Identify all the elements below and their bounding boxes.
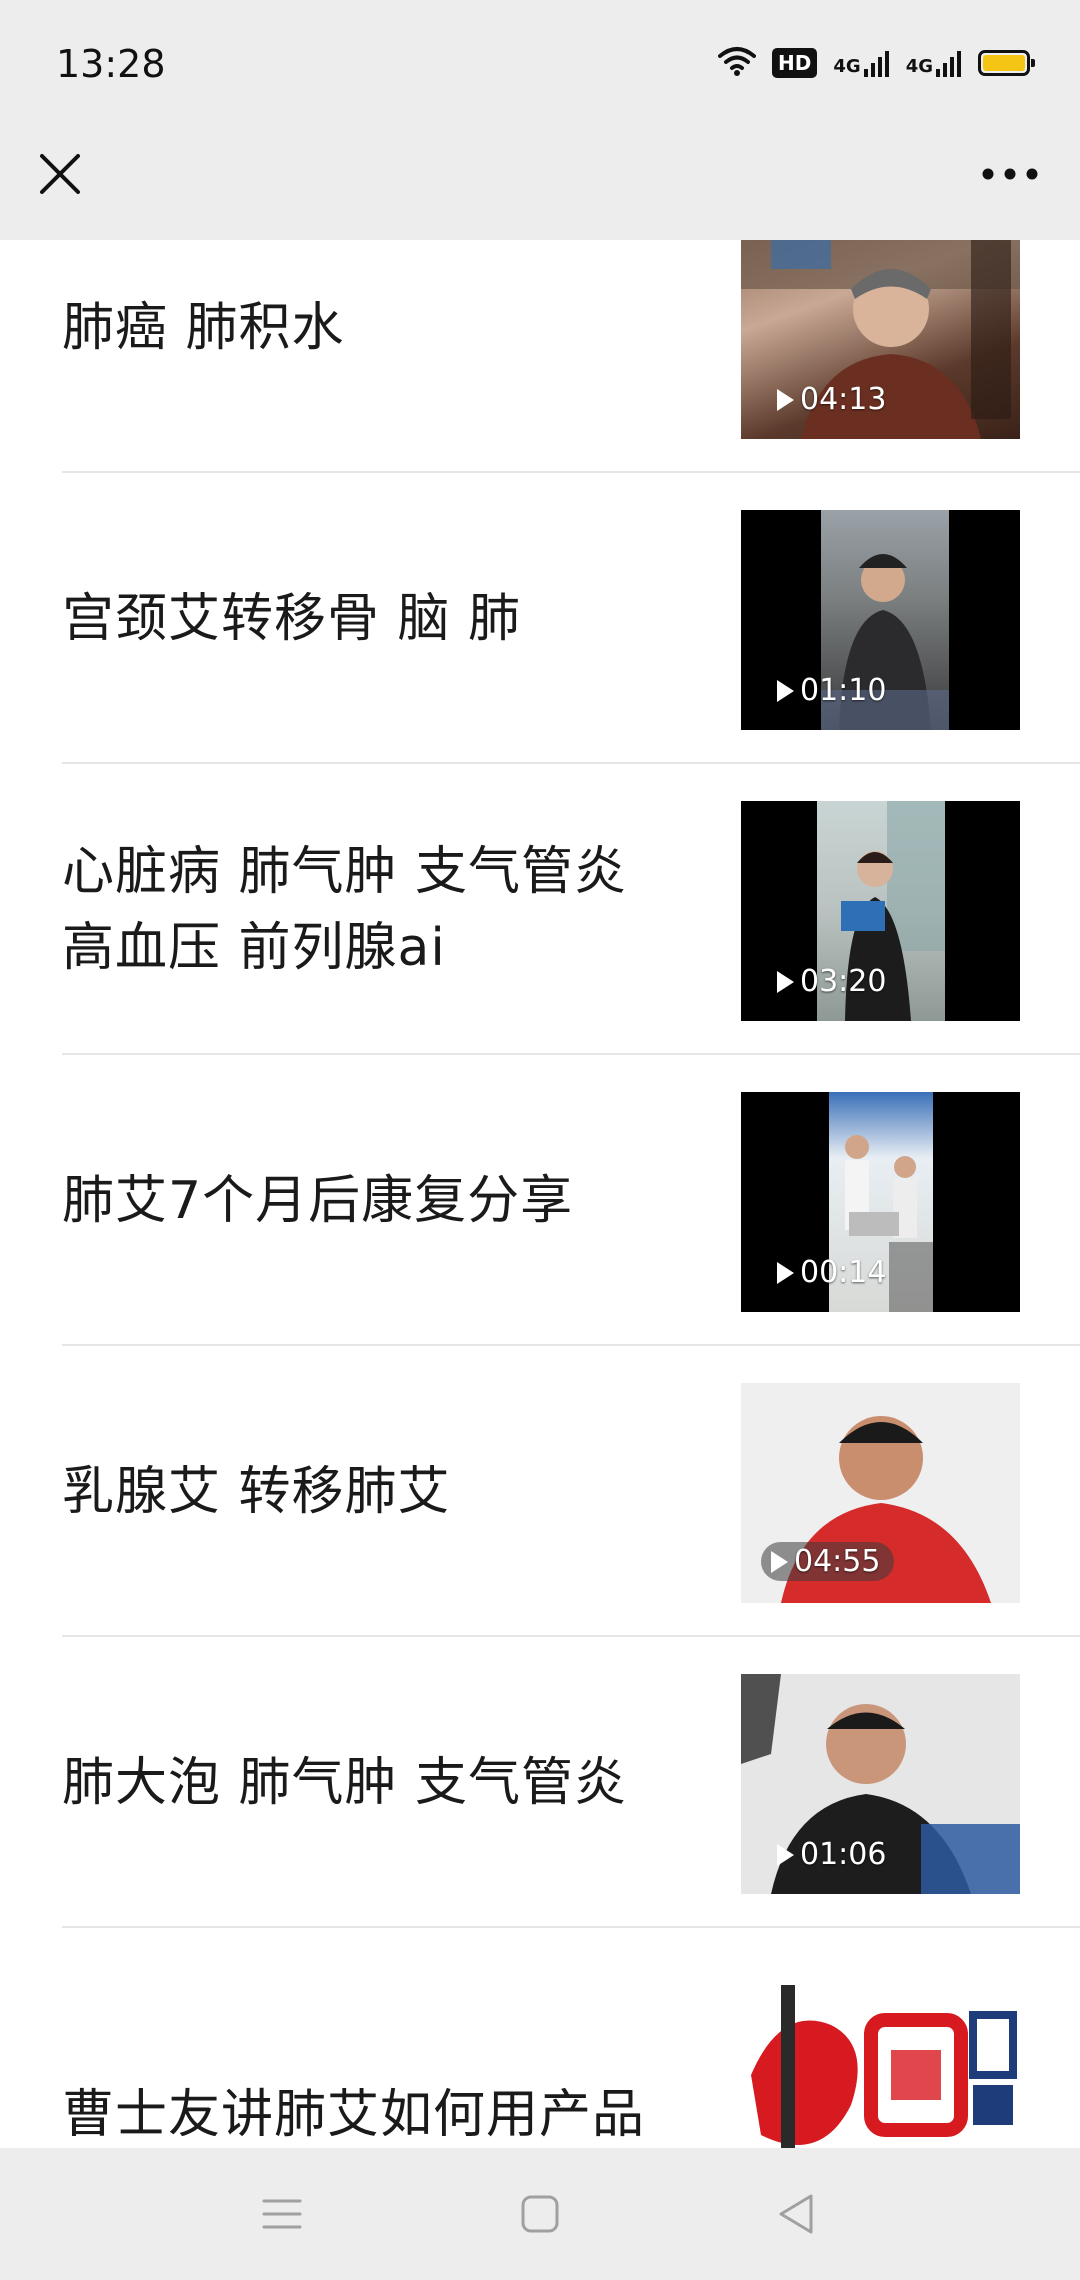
close-icon (40, 154, 80, 194)
video-title: 肺癌 肺积水 (62, 297, 345, 358)
home-square-icon (521, 2195, 559, 2233)
duration-text: 03:20 (800, 964, 887, 999)
video-list-item[interactable]: 肺癌 肺积水 04:13 (0, 240, 1080, 473)
duration-text: 01:10 (800, 673, 887, 708)
duration-text: 00:14 (800, 1255, 887, 1290)
play-icon (777, 679, 794, 702)
video-thumbnail[interactable]: 04:13 (741, 240, 1020, 439)
network-type-label: 4G (905, 56, 933, 77)
signal-4g-2: 4G (906, 49, 962, 77)
video-list[interactable]: 肺癌 肺积水 04:13 宫颈艾转移骨 脑 肺 01:10 心脏病 肺气肿 支气… (0, 240, 1080, 2148)
close-button[interactable] (24, 138, 96, 210)
video-list-item[interactable]: 宫颈艾转移骨 脑 肺 01:10 (0, 473, 1080, 764)
video-title: 乳腺艾 转移肺艾 (62, 1461, 451, 1522)
more-button[interactable] (970, 138, 1050, 210)
battery-icon (978, 50, 1035, 76)
network-type-label: 4G (833, 56, 861, 77)
status-bar: 13:28 HD 4G 4G (0, 0, 1080, 130)
play-icon (777, 388, 794, 411)
video-list-item[interactable]: 心脏病 肺气肿 支气管炎 高血压 前列腺ai 03:20 (0, 764, 1080, 1055)
nav-menu-button[interactable] (242, 2178, 322, 2250)
video-thumbnail[interactable]: 00:14 (741, 1092, 1020, 1312)
video-list-item[interactable]: 乳腺艾 转移肺艾 04:55 (0, 1346, 1080, 1637)
video-thumbnail[interactable]: 01:10 (741, 510, 1020, 730)
menu-icon (262, 2199, 302, 2229)
video-title: 曹士友讲肺艾如何用产品和注意点 (62, 2085, 646, 2145)
video-duration: 01:10 (777, 673, 886, 708)
video-title: 宫颈艾转移骨 脑 肺 (62, 588, 522, 649)
nav-back-button[interactable] (756, 2178, 836, 2250)
video-thumbnail[interactable]: 03:20 (741, 801, 1020, 1021)
video-list-item[interactable]: 肺艾7个月后康复分享 00:14 (0, 1055, 1080, 1346)
back-triangle-icon (779, 2194, 813, 2234)
status-time: 13:28 (56, 42, 166, 86)
wifi-icon (718, 46, 757, 80)
status-icons: HD 4G 4G (718, 46, 1035, 80)
video-list-inner: 肺癌 肺积水 04:13 宫颈艾转移骨 脑 肺 01:10 心脏病 肺气肿 支气… (0, 240, 1080, 2148)
system-nav-bar (0, 2148, 1080, 2280)
video-duration: 03:20 (777, 964, 886, 999)
hd-badge: HD (772, 48, 818, 78)
video-thumbnail[interactable]: 04:55 (741, 1383, 1020, 1603)
signal-bars-icon (936, 51, 961, 77)
video-thumbnail[interactable]: 01:06 (741, 1674, 1020, 1894)
duration-text: 01:06 (800, 1837, 887, 1872)
video-list-item[interactable]: 曹士友讲肺艾如何用产品和注意点 (0, 1928, 1080, 2148)
top-bar (0, 130, 1080, 240)
more-dots-icon (982, 168, 1038, 180)
video-title: 肺艾7个月后康复分享 (62, 1170, 574, 1231)
video-duration: 01:06 (777, 1837, 886, 1872)
video-duration: 00:14 (777, 1255, 886, 1290)
duration-text: 04:55 (794, 1544, 881, 1579)
battery-level (983, 55, 1025, 71)
play-icon (777, 970, 794, 993)
duration-text: 04:13 (800, 382, 887, 417)
play-icon (777, 1843, 794, 1866)
video-duration: 04:55 (761, 1542, 895, 1581)
video-title: 心脏病 肺气肿 支气管炎 高血压 前列腺ai (62, 841, 628, 978)
signal-bars-icon (863, 51, 889, 77)
signal-4g-1: 4G (833, 49, 889, 77)
video-list-item[interactable]: 肺大泡 肺气肿 支气管炎 01:06 (0, 1637, 1080, 1928)
video-duration: 04:13 (777, 382, 886, 417)
play-icon (771, 1550, 788, 1573)
thumbnail-image (741, 1965, 1020, 2148)
nav-home-button[interactable] (500, 2178, 580, 2250)
video-title: 肺大泡 肺气肿 支气管炎 (62, 1752, 628, 1813)
video-thumbnail[interactable] (741, 1965, 1020, 2148)
play-icon (777, 1261, 794, 1284)
